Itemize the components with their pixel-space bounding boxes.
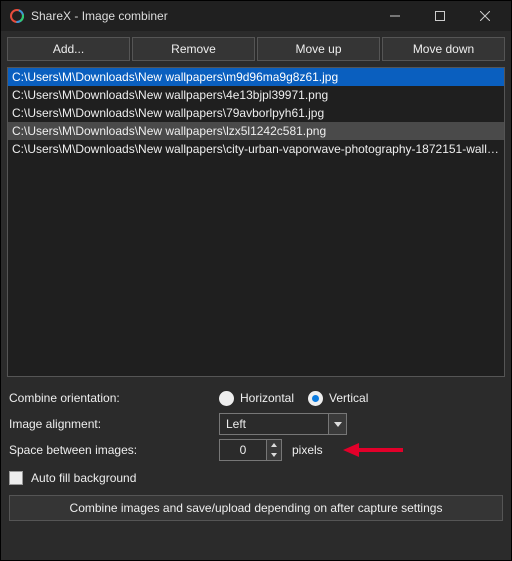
move-down-button[interactable]: Move down bbox=[382, 37, 505, 61]
alignment-select[interactable]: Left bbox=[219, 413, 347, 435]
spin-down-button[interactable] bbox=[267, 450, 281, 460]
maximize-button[interactable] bbox=[417, 1, 462, 31]
chevron-down-icon[interactable] bbox=[329, 413, 347, 435]
spacing-input[interactable]: 0 bbox=[219, 439, 282, 461]
toolbar: Add... Remove Move up Move down bbox=[1, 31, 511, 65]
alignment-value: Left bbox=[219, 413, 329, 435]
autofill-label: Auto fill background bbox=[31, 471, 136, 485]
titlebar: ShareX - Image combiner bbox=[1, 1, 511, 31]
radio-icon bbox=[308, 391, 323, 406]
window-controls bbox=[372, 1, 507, 31]
move-up-button[interactable]: Move up bbox=[257, 37, 380, 61]
spin-up-button[interactable] bbox=[267, 440, 281, 450]
orientation-horizontal-radio[interactable]: Horizontal bbox=[219, 391, 294, 406]
list-item[interactable]: C:\Users\M\Downloads\New wallpapers\city… bbox=[8, 140, 504, 158]
radio-label: Horizontal bbox=[240, 391, 294, 405]
controls-panel: Combine orientation: Horizontal Vertical… bbox=[1, 383, 511, 529]
radio-label: Vertical bbox=[329, 391, 368, 405]
spacing-label: Space between images: bbox=[9, 443, 219, 457]
list-item[interactable]: C:\Users\M\Downloads\New wallpapers\lzx5… bbox=[8, 122, 504, 140]
add-button[interactable]: Add... bbox=[7, 37, 130, 61]
orientation-label: Combine orientation: bbox=[9, 391, 219, 405]
checkbox-icon bbox=[9, 471, 23, 485]
close-button[interactable] bbox=[462, 1, 507, 31]
window: ShareX - Image combiner Add... Remove Mo… bbox=[0, 0, 512, 561]
list-item[interactable]: C:\Users\M\Downloads\New wallpapers\m9d9… bbox=[8, 68, 504, 86]
autofill-checkbox[interactable]: Auto fill background bbox=[9, 471, 503, 485]
combine-button[interactable]: Combine images and save/upload depending… bbox=[9, 495, 503, 521]
file-list[interactable]: C:\Users\M\Downloads\New wallpapers\m9d9… bbox=[7, 67, 505, 377]
remove-button[interactable]: Remove bbox=[132, 37, 255, 61]
list-item[interactable]: C:\Users\M\Downloads\New wallpapers\4e13… bbox=[8, 86, 504, 104]
spacing-value[interactable]: 0 bbox=[219, 439, 267, 461]
radio-icon bbox=[219, 391, 234, 406]
alignment-label: Image alignment: bbox=[9, 417, 219, 431]
sharex-app-icon bbox=[9, 8, 25, 24]
annotation-arrow-icon bbox=[343, 440, 403, 460]
list-item[interactable]: C:\Users\M\Downloads\New wallpapers\79av… bbox=[8, 104, 504, 122]
orientation-vertical-radio[interactable]: Vertical bbox=[308, 391, 368, 406]
spacing-unit: pixels bbox=[292, 443, 323, 457]
minimize-button[interactable] bbox=[372, 1, 417, 31]
window-title: ShareX - Image combiner bbox=[31, 9, 372, 23]
